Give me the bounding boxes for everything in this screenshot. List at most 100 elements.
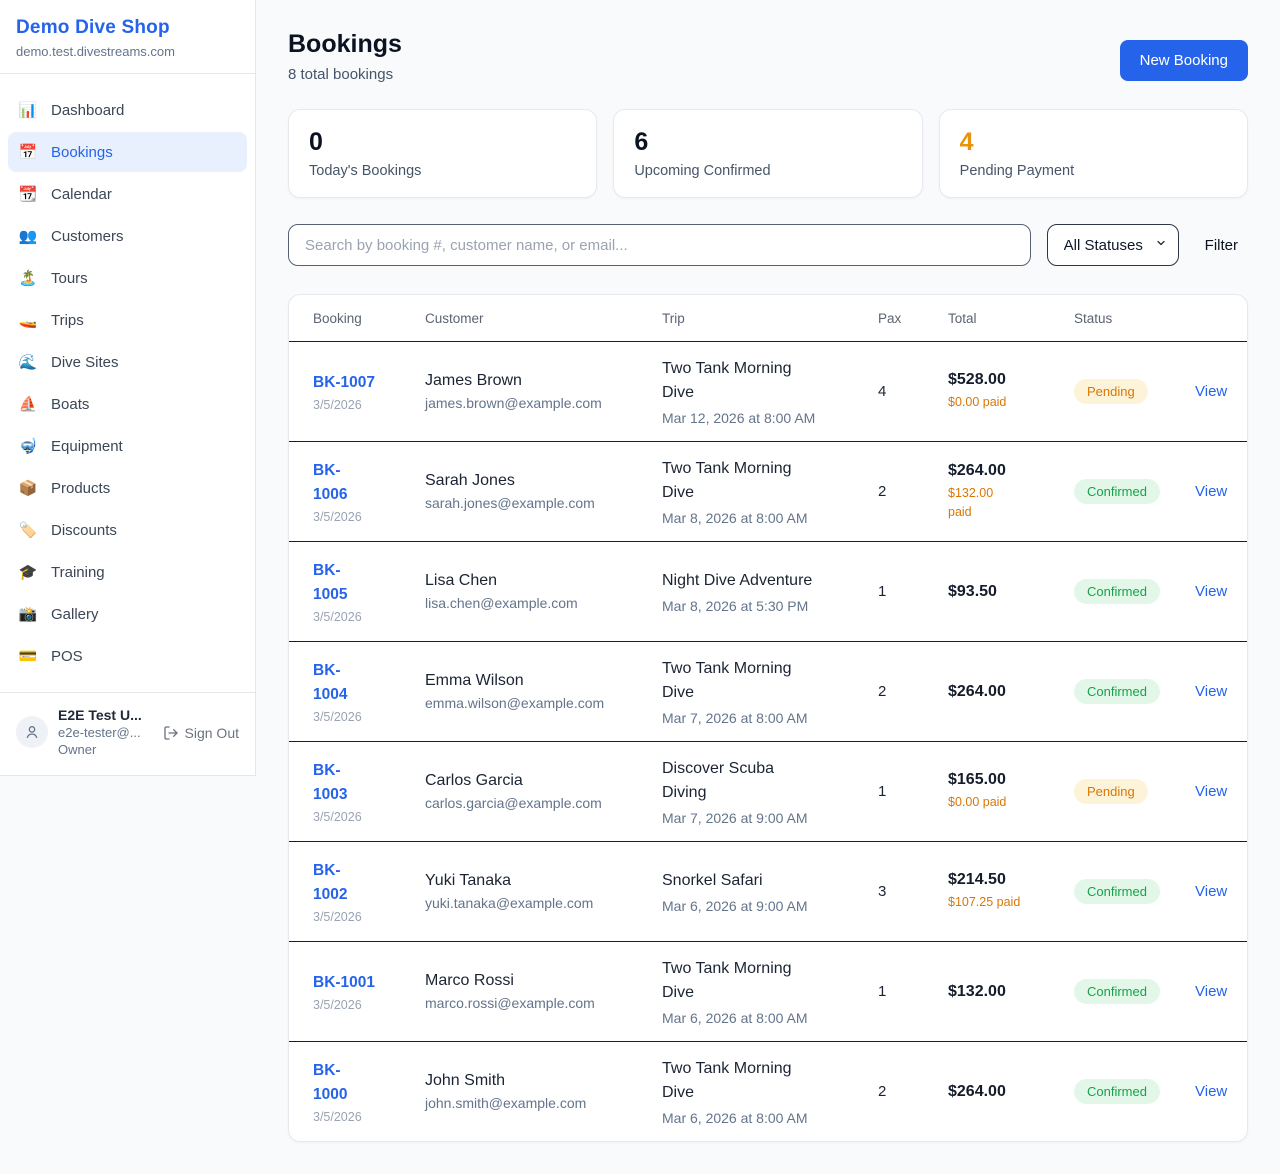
sign-out-button[interactable]: Sign Out — [163, 725, 239, 741]
customer-email: james.brown@example.com — [425, 395, 648, 411]
trip-cell: Discover Scuba Diving Mar 7, 2026 at 9:0… — [662, 757, 878, 826]
booking-cell: BK- 1006 3/5/2026 — [313, 459, 425, 524]
booking-id-link[interactable]: BK-1001 — [313, 971, 375, 995]
sidebar-item-tours[interactable]: 🏝️ Tours — [8, 258, 247, 298]
view-link[interactable]: View — [1195, 1083, 1227, 1100]
sidebar-item-customers[interactable]: 👥 Customers — [8, 216, 247, 256]
trip-name: Two Tank Morning Dive — [662, 457, 864, 505]
booking-id-link[interactable]: BK- 1003 — [313, 759, 347, 807]
view-link[interactable]: View — [1195, 483, 1227, 500]
view-link[interactable]: View — [1195, 983, 1227, 1000]
trip-cell: Two Tank Morning Dive Mar 6, 2026 at 8:0… — [662, 1057, 878, 1126]
sidebar-item-dashboard[interactable]: 📊 Dashboard — [8, 90, 247, 130]
page-header: Bookings 8 total bookings New Booking — [288, 30, 1248, 83]
stat-value: 0 — [309, 128, 576, 157]
pax-value: 2 — [878, 1083, 948, 1100]
avatar — [16, 716, 48, 748]
sidebar-item-equipment[interactable]: 🤿 Equipment — [8, 426, 247, 466]
pax-value: 1 — [878, 783, 948, 800]
sidebar-item-label: Trips — [51, 312, 84, 329]
trip-datetime: Mar 7, 2026 at 9:00 AM — [662, 810, 864, 826]
booking-date: 3/5/2026 — [313, 810, 411, 824]
sidebar-item-label: Discounts — [51, 522, 117, 539]
table-row: BK- 1005 3/5/2026 Lisa Chen lisa.chen@ex… — [289, 541, 1247, 641]
total-amount: $264.00 — [948, 1083, 1060, 1101]
booking-id-link[interactable]: BK- 1006 — [313, 459, 347, 507]
booking-id-link[interactable]: BK- 1002 — [313, 859, 347, 907]
view-link[interactable]: View — [1195, 783, 1227, 800]
search-input[interactable] — [288, 224, 1031, 266]
user-email: e2e-tester@... — [58, 725, 153, 740]
sidebar-item-gallery[interactable]: 📸 Gallery — [8, 594, 247, 634]
status-cell: Pending — [1074, 379, 1195, 404]
bar-chart-icon: 📊 — [18, 101, 38, 119]
sign-out-label: Sign Out — [185, 725, 239, 741]
status-cell: Confirmed — [1074, 879, 1195, 904]
pax-value: 4 — [878, 383, 948, 400]
stat-value: 6 — [634, 128, 901, 157]
status-filter-select[interactable]: All Statuses — [1047, 224, 1179, 266]
view-link[interactable]: View — [1195, 583, 1227, 600]
trip-cell: Two Tank Morning Dive Mar 6, 2026 at 8:0… — [662, 957, 878, 1026]
pax-value: 2 — [878, 483, 948, 500]
trip-cell: Two Tank Morning Dive Mar 12, 2026 at 8:… — [662, 357, 878, 426]
booking-cell: BK- 1002 3/5/2026 — [313, 859, 425, 924]
people-icon: 👥 — [18, 227, 38, 245]
column-header-booking: Booking — [313, 311, 425, 326]
sidebar-item-pos[interactable]: 💳 POS — [8, 636, 247, 676]
trip-name: Snorkel Safari — [662, 869, 864, 893]
sidebar-item-label: Tours — [51, 270, 88, 287]
booking-date: 3/5/2026 — [313, 510, 411, 524]
total-cell: $132.00 — [948, 983, 1074, 1001]
sidebar-item-trips[interactable]: 🚤 Trips — [8, 300, 247, 340]
column-header-total: Total — [948, 311, 1074, 326]
pax-value: 1 — [878, 583, 948, 600]
booking-id-link[interactable]: BK- 1004 — [313, 659, 347, 707]
column-header-status: Status — [1074, 311, 1195, 326]
sidebar-item-bookings[interactable]: 📅 Bookings — [8, 132, 247, 172]
total-cell: $264.00 $132.00 paid — [948, 462, 1074, 520]
sidebar-item-products[interactable]: 📦 Products — [8, 468, 247, 508]
booking-id-link[interactable]: BK- 1000 — [313, 1059, 347, 1107]
view-link[interactable]: View — [1195, 883, 1227, 900]
actions-cell: View — [1195, 883, 1241, 901]
customer-email: emma.wilson@example.com — [425, 695, 648, 711]
booking-cell: BK- 1004 3/5/2026 — [313, 659, 425, 724]
sidebar-item-training[interactable]: 🎓 Training — [8, 552, 247, 592]
view-link[interactable]: View — [1195, 683, 1227, 700]
column-header-trip: Trip — [662, 311, 878, 326]
total-cell: $165.00 $0.00 paid — [948, 771, 1074, 811]
customer-cell: Carlos Garcia carlos.garcia@example.com — [425, 772, 662, 811]
status-badge: Confirmed — [1074, 1079, 1160, 1104]
diving-mask-icon: 🤿 — [18, 437, 38, 455]
view-link[interactable]: View — [1195, 383, 1227, 400]
filter-button[interactable]: Filter — [1195, 237, 1248, 254]
status-cell: Confirmed — [1074, 479, 1195, 504]
trip-cell: Two Tank Morning Dive Mar 7, 2026 at 8:0… — [662, 657, 878, 726]
sidebar-item-calendar[interactable]: 📆 Calendar — [8, 174, 247, 214]
filter-row: All Statuses Filter — [288, 224, 1248, 266]
customer-name: Emma Wilson — [425, 672, 648, 690]
booking-id-link[interactable]: BK- 1005 — [313, 559, 347, 607]
booking-date: 3/5/2026 — [313, 610, 411, 624]
actions-cell: View — [1195, 783, 1241, 801]
sidebar-item-boats[interactable]: ⛵ Boats — [8, 384, 247, 424]
total-amount: $132.00 — [948, 983, 1060, 1001]
stat-card: 6 Upcoming Confirmed — [613, 109, 922, 198]
total-cell: $264.00 — [948, 1083, 1074, 1101]
sidebar-item-label: Gallery — [51, 606, 99, 623]
customer-email: lisa.chen@example.com — [425, 595, 648, 611]
customer-cell: Yuki Tanaka yuki.tanaka@example.com — [425, 872, 662, 911]
sidebar-item-discounts[interactable]: 🏷️ Discounts — [8, 510, 247, 550]
booking-cell: BK-1007 3/5/2026 — [313, 371, 425, 412]
table-row: BK-1001 3/5/2026 Marco Rossi marco.rossi… — [289, 941, 1247, 1041]
paid-amount: $0.00 paid — [948, 793, 1060, 811]
sidebar-item-label: Products — [51, 480, 110, 497]
trip-cell: Night Dive Adventure Mar 8, 2026 at 5:30… — [662, 569, 878, 614]
new-booking-button[interactable]: New Booking — [1120, 40, 1248, 81]
sidebar-item-dive-sites[interactable]: 🌊 Dive Sites — [8, 342, 247, 382]
booking-id-link[interactable]: BK-1007 — [313, 371, 375, 395]
brand-name[interactable]: Demo Dive Shop — [16, 17, 239, 39]
stat-label: Today's Bookings — [309, 163, 576, 179]
status-badge: Confirmed — [1074, 679, 1160, 704]
